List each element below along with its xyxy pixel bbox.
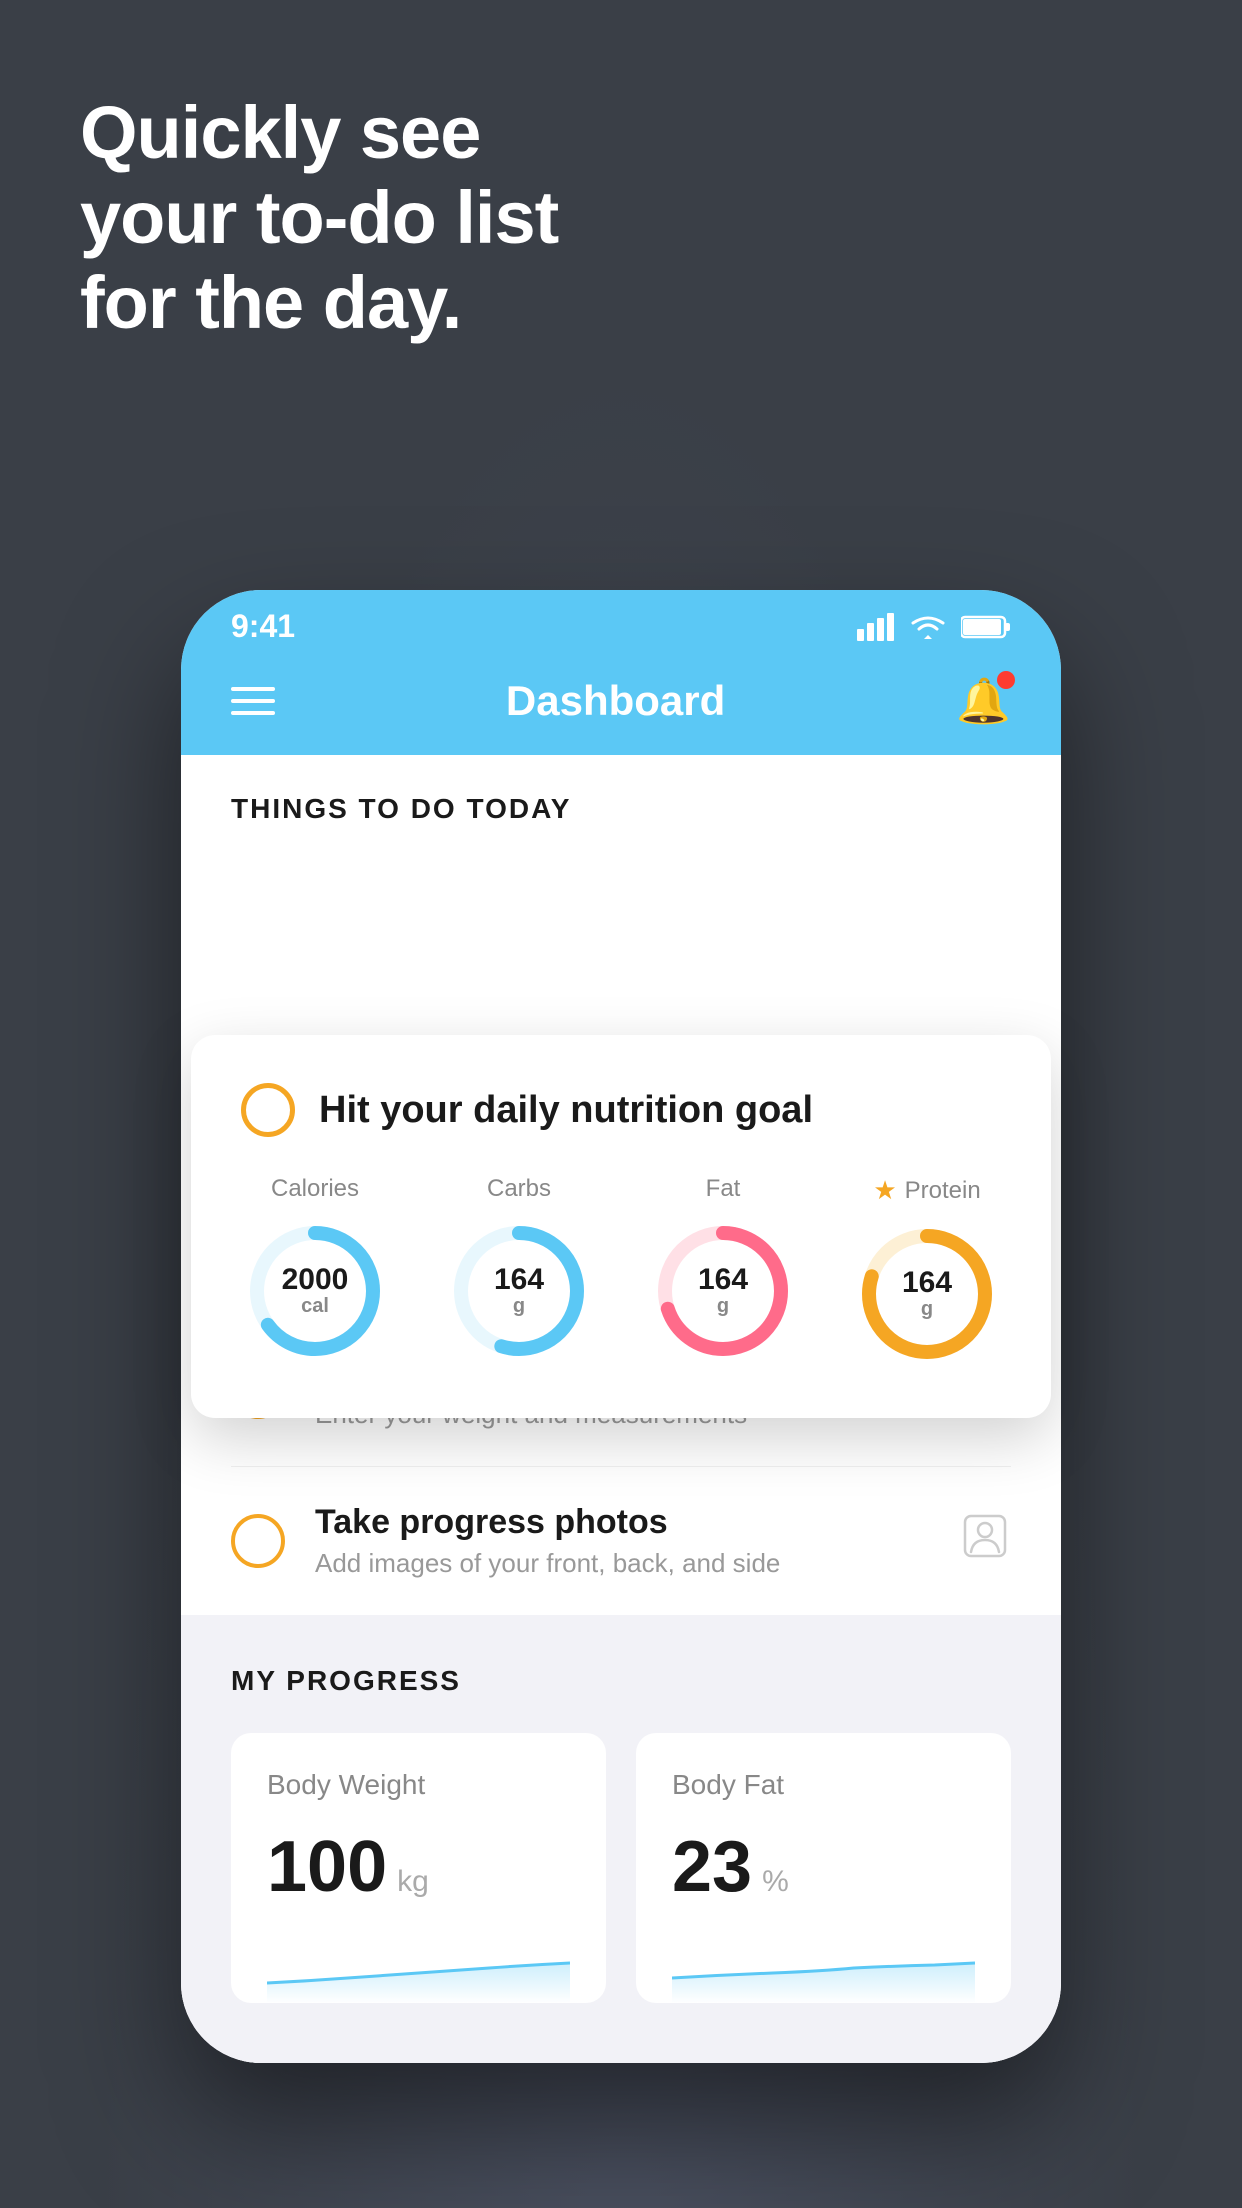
star-icon: ★	[873, 1175, 896, 1206]
wifi-icon	[909, 613, 947, 641]
todo-sub-photos: Add images of your front, back, and side	[315, 1548, 929, 1579]
card-title: Hit your daily nutrition goal	[319, 1089, 813, 1132]
nutrition-protein: ★ Protein 164 g	[853, 1175, 1001, 1368]
progress-header: MY PROGRESS	[231, 1665, 1011, 1697]
progress-card-weight[interactable]: Body Weight 100 kg	[231, 1733, 606, 2003]
nutrition-calories-label: Calories	[271, 1175, 359, 1203]
battery-icon	[961, 614, 1011, 640]
progress-card-fat-title: Body Fat	[672, 1769, 975, 1801]
todo-title-photos: Take progress photos	[315, 1503, 929, 1542]
progress-weight-chart	[267, 1933, 570, 2003]
nutrition-calories: Calories 2000 cal	[241, 1175, 389, 1368]
calories-value: 2000	[282, 1265, 349, 1295]
progress-card-weight-title: Body Weight	[267, 1769, 570, 1801]
nutrition-fat-label: Fat	[706, 1175, 741, 1203]
notification-dot	[997, 671, 1015, 689]
progress-weight-unit: kg	[397, 1865, 429, 1899]
person-icon	[959, 1510, 1011, 1573]
status-bar: 9:41	[181, 590, 1061, 655]
carbs-unit: g	[513, 1295, 525, 1318]
donut-protein: 164 g	[853, 1220, 1001, 1368]
carbs-value: 164	[494, 1265, 544, 1295]
progress-weight-num: 100	[267, 1831, 387, 1903]
nutrition-protein-label: Protein	[905, 1177, 981, 1205]
nutrition-carbs-label: Carbs	[487, 1175, 551, 1203]
progress-fat-unit: %	[762, 1865, 789, 1899]
progress-weight-value-row: 100 kg	[267, 1831, 570, 1903]
progress-fat-num: 23	[672, 1831, 752, 1903]
fat-unit: g	[717, 1295, 729, 1318]
protein-unit: g	[921, 1298, 933, 1321]
todo-item-photos[interactable]: Take progress photos Add images of your …	[231, 1467, 1011, 1615]
protein-value: 164	[902, 1268, 952, 1298]
progress-fat-chart	[672, 1933, 975, 2003]
calories-unit: cal	[301, 1295, 329, 1318]
progress-card-fat[interactable]: Body Fat 23 %	[636, 1733, 1011, 2003]
progress-section: MY PROGRESS Body Weight 100 kg	[181, 1615, 1061, 2063]
nutrition-fat: Fat 164 g	[649, 1175, 797, 1368]
progress-grid: Body Weight 100 kg	[231, 1733, 1011, 2003]
card-circle-icon	[241, 1083, 295, 1137]
signal-icon	[857, 613, 895, 641]
nutrition-carbs: Carbs 164 g	[445, 1175, 593, 1368]
status-icons	[857, 613, 1011, 641]
donut-calories: 2000 cal	[241, 1217, 389, 1365]
todo-check-photos	[231, 1514, 285, 1568]
status-time: 9:41	[231, 608, 295, 645]
card-title-row: Hit your daily nutrition goal	[241, 1083, 1001, 1137]
hamburger-menu[interactable]	[231, 687, 275, 715]
nutrition-grid: Calories 2000 cal Carbs	[241, 1175, 1001, 1368]
progress-fat-value-row: 23 %	[672, 1831, 975, 1903]
donut-fat: 164 g	[649, 1217, 797, 1365]
nav-bar: Dashboard 🔔	[181, 655, 1061, 755]
featured-card: Hit your daily nutrition goal Calories 2…	[191, 1035, 1051, 1418]
protein-label-row: ★ Protein	[873, 1175, 980, 1206]
notification-bell[interactable]: 🔔	[956, 675, 1011, 727]
headline: Quickly see your to-do list for the day.	[80, 90, 558, 345]
nav-title: Dashboard	[506, 677, 725, 725]
section-header: THINGS TO DO TODAY	[181, 755, 1061, 849]
fat-value: 164	[698, 1265, 748, 1295]
donut-carbs: 164 g	[445, 1217, 593, 1365]
todo-text-photos: Take progress photos Add images of your …	[315, 1503, 929, 1579]
